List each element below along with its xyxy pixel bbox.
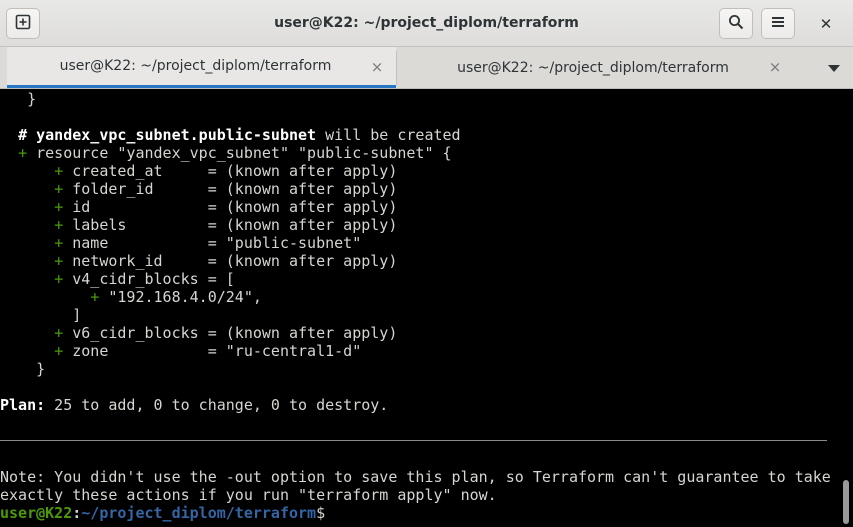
code-text: folder_id = (known after apply) [63, 180, 398, 198]
code-text: network_id = (known after apply) [63, 252, 398, 270]
plus-marker: + [54, 198, 64, 216]
tab-2-close-icon[interactable]: × [767, 59, 783, 75]
new-tab-icon [15, 14, 31, 34]
code-line: + v4_cidr_blocks = [ [0, 270, 235, 288]
code-line: # yandex_vpc_subnet.public-subnet will b… [0, 126, 461, 144]
code-line: } [0, 90, 36, 108]
shell-prompt[interactable]: user@K22:~/project_diplom/terraform$ [0, 504, 325, 522]
header-bar: user@K22: ~/project_diplom/terraform ✕ [0, 0, 853, 47]
tab-1-label: user@K22: ~/project_diplom/terraform [59, 58, 332, 74]
comment-text: will be created [316, 126, 461, 144]
note-line-2: exactly these actions if you run "terraf… [0, 486, 497, 504]
tab-2-label: user@K22: ~/project_diplom/terraform [457, 59, 729, 76]
prompt-user: user@K22 [0, 504, 73, 522]
code-line: + labels = (known after apply) [0, 216, 397, 234]
code-line: + id = (known after apply) [0, 198, 397, 216]
code-text: "192.168.4.0/24", [99, 288, 262, 306]
code-line: + v6_cidr_blocks = (known after apply) [0, 324, 397, 342]
code-line: + name = "public-subnet" [0, 234, 361, 252]
tab-bar: user@K22: ~/project_diplom/terraform × u… [0, 47, 853, 89]
code-line: } [0, 360, 45, 378]
chevron-down-icon [828, 58, 840, 77]
plan-label: Plan: [0, 396, 46, 414]
resource-name: yandex_vpc_subnet.public-subnet [36, 126, 317, 144]
code-text: labels = (known after apply) [63, 216, 398, 234]
plan-summary: Plan: 25 to add, 0 to change, 0 to destr… [0, 396, 388, 414]
plus-marker: + [54, 162, 64, 180]
plus-marker: + [54, 234, 64, 252]
plus-marker: + [54, 324, 64, 342]
search-button[interactable] [719, 8, 753, 39]
code-text: } [36, 360, 46, 378]
tab-2[interactable]: user@K22: ~/project_diplom/terraform × [397, 47, 807, 88]
code-text: v6_cidr_blocks = (known after apply) [63, 324, 398, 342]
code-line: + resource "yandex_vpc_subnet" "public-s… [0, 144, 452, 162]
close-window-button[interactable]: ✕ [809, 8, 843, 39]
code-line: + zone = "ru-central1-d" [0, 342, 361, 360]
code-text: zone = "ru-central1-d" [63, 342, 362, 360]
divider [0, 440, 827, 441]
code-line: + folder_id = (known after apply) [0, 180, 397, 198]
code-text: resource "yandex_vpc_subnet" "public-sub… [27, 144, 452, 162]
code-line: + network_id = (known after apply) [0, 252, 397, 270]
tab-list-dropdown[interactable] [815, 47, 853, 88]
plus-marker: + [54, 180, 64, 198]
note-line-1: Note: You didn't use the -out option to … [0, 468, 831, 486]
code-line: + "192.168.4.0/24", [0, 288, 262, 306]
tab-1[interactable]: user@K22: ~/project_diplom/terraform × [7, 47, 396, 88]
code-text: name = "public-subnet" [63, 234, 362, 252]
code-line: ] [0, 306, 81, 324]
plus-marker: + [90, 288, 100, 306]
plus-marker: + [54, 216, 64, 234]
code-text: created_at = (known after apply) [63, 162, 398, 180]
hamburger-menu-icon [771, 14, 785, 33]
plus-marker: + [18, 144, 28, 162]
new-tab-button[interactable] [6, 8, 40, 39]
comment-hash: # [18, 126, 37, 144]
tab-1-close-icon[interactable]: × [369, 59, 385, 75]
terminal-output[interactable]: } # yandex_vpc_subnet.public-subnet will… [0, 89, 853, 527]
scrollbar-thumb[interactable] [843, 480, 849, 524]
code-text: v4_cidr_blocks = [ [63, 270, 235, 288]
terminal-window: user@K22: ~/project_diplom/terraform ✕ u… [0, 0, 853, 527]
prompt-symbol: $ [316, 504, 326, 522]
prompt-separator: : [72, 504, 82, 522]
menu-button[interactable] [761, 8, 795, 39]
plus-marker: + [54, 342, 64, 360]
code-text: id = (known after apply) [63, 198, 398, 216]
code-text: } [27, 90, 37, 108]
code-line: + created_at = (known after apply) [0, 162, 397, 180]
plan-text: 25 to add, 0 to change, 0 to destroy. [45, 396, 389, 414]
search-icon [728, 14, 744, 34]
close-icon: ✕ [819, 14, 833, 33]
plus-marker: + [54, 270, 64, 288]
prompt-path: ~/project_diplom/terraform [81, 504, 317, 522]
plus-marker: + [54, 252, 64, 270]
code-text: ] [72, 306, 82, 324]
